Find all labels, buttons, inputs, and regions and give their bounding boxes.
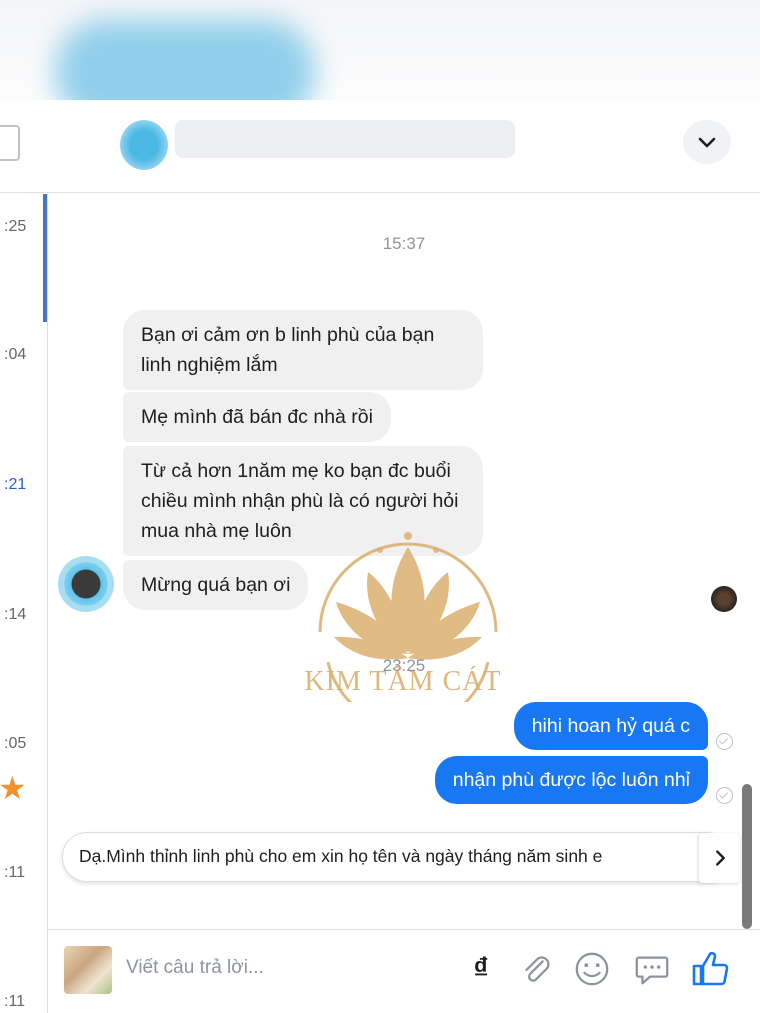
outgoing-message: hihi hoan hỷ quá c: [513, 702, 708, 750]
payment-currency-icon[interactable]: ₫: [466, 950, 496, 988]
thread-time[interactable]: :05: [4, 735, 26, 753]
outgoing-message: nhận phù được lộc luôn nhỉ: [434, 756, 708, 804]
sender-avatar[interactable]: [64, 562, 108, 606]
conversation-header: [0, 100, 760, 193]
incoming-message: Mừng quá bạn ơi: [123, 560, 309, 610]
thread-time[interactable]: :11: [4, 864, 25, 882]
chevron-down-icon[interactable]: [683, 120, 731, 164]
seen-receipt-avatar: [711, 586, 737, 612]
quick-reply-suggestion[interactable]: Dạ.Mình thỉnh linh phù cho em xin họ tên…: [62, 832, 732, 882]
sent-check-icon: [716, 733, 733, 750]
thread-time[interactable]: :21: [4, 476, 26, 494]
thread-time[interactable]: :14: [4, 606, 26, 624]
reply-input[interactable]: Viết câu trả lời...: [126, 957, 264, 979]
watermark-brand-text: KIM TÂM CÁT: [304, 666, 502, 697]
incoming-message: Bạn ơi cảm ơn b linh phù của bạn linh ng…: [123, 310, 483, 390]
page-avatar-thumbnail: [64, 946, 112, 994]
incoming-message: Từ cả hơn 1năm mẹ ko bạn đc buổi chiều m…: [123, 446, 483, 556]
star-icon: ★: [0, 770, 27, 806]
redacted-avatar: [120, 120, 168, 170]
thread-time[interactable]: :04: [4, 346, 26, 364]
chevron-right-icon[interactable]: [698, 833, 740, 883]
paperclip-icon[interactable]: [516, 950, 556, 988]
saved-replies-icon[interactable]: [632, 950, 672, 988]
sent-check-icon: [716, 787, 733, 804]
select-checkbox[interactable]: [0, 125, 20, 161]
message-timestamp: 15:37: [382, 234, 426, 253]
scrollbar-thumb[interactable]: [742, 784, 752, 929]
incoming-message: Mẹ mình đã bán đc nhà rồi: [123, 392, 391, 442]
message-composer: Viết câu trả lời... ₫: [48, 929, 760, 1013]
quick-reply-text: Dạ.Mình thỉnh linh phù cho em xin họ tên…: [79, 846, 603, 866]
emoji-icon[interactable]: [572, 950, 612, 988]
thread-list: [0, 194, 48, 1013]
thread-time[interactable]: :25: [4, 218, 26, 236]
like-thumbs-up-icon[interactable]: [688, 950, 732, 988]
message-thread: 15:37 Bạn ơi cảm ơn b linh phù của bạn l…: [48, 194, 760, 929]
active-thread-indicator: [43, 194, 47, 322]
thread-time[interactable]: :11: [4, 993, 25, 1011]
header-search-bar[interactable]: [175, 120, 515, 158]
